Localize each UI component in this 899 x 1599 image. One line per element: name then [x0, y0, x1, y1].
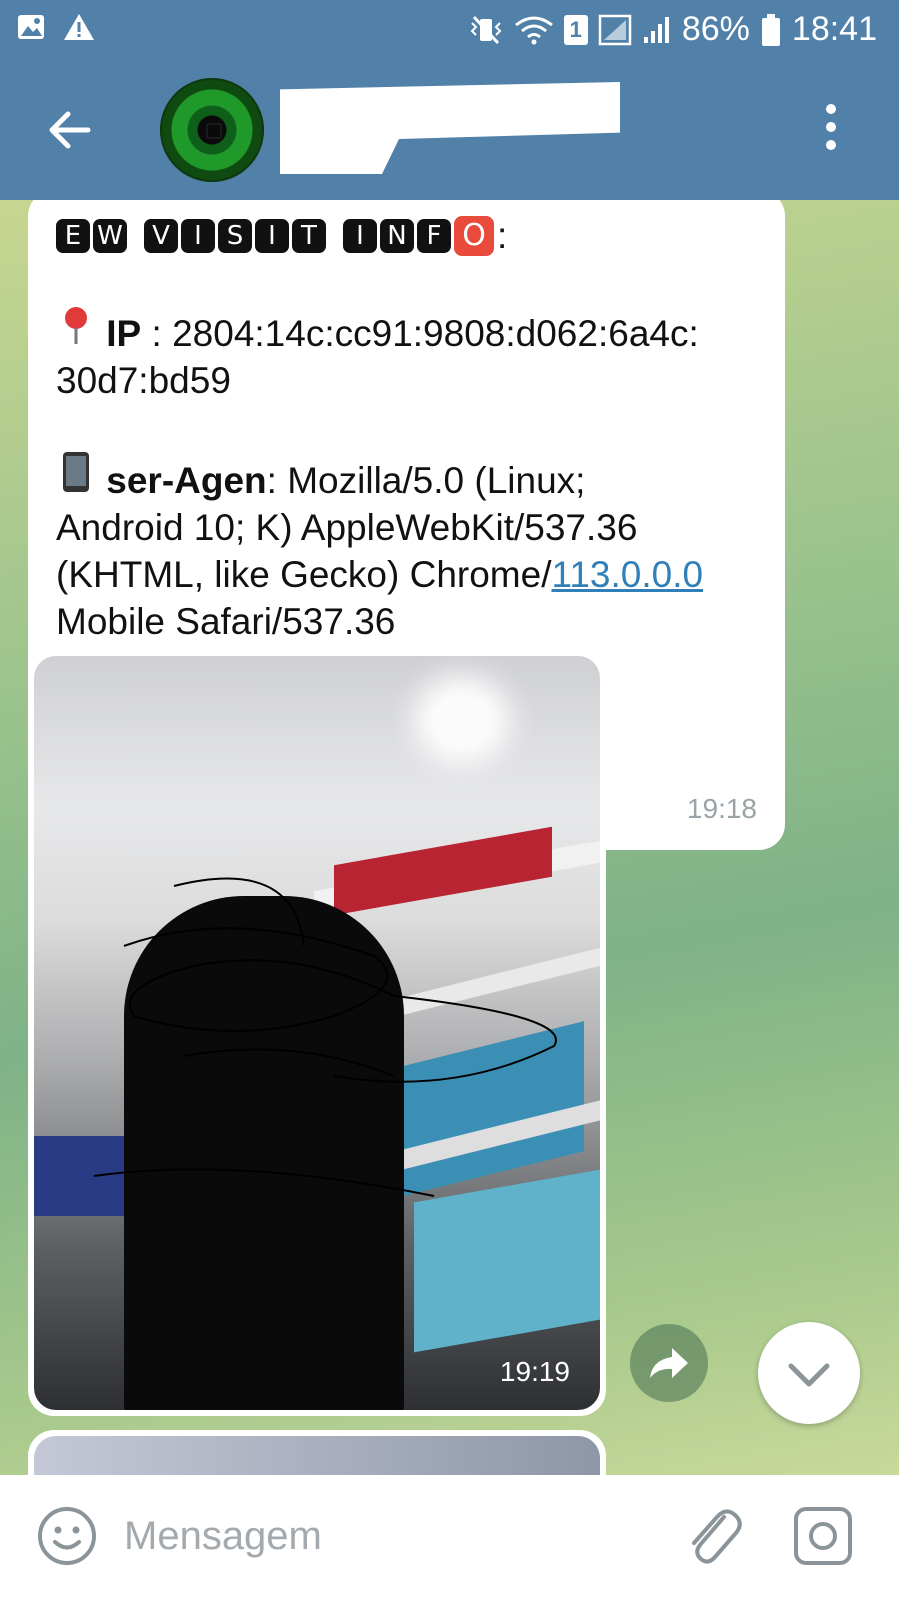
ip-value-part1: 2804:14c:cc91:9808:d062:6a4c:	[172, 313, 699, 354]
battery-icon	[761, 13, 780, 46]
ua-part3-text: (KHTML, like Gecko) Chrome/	[56, 554, 552, 595]
status-bar: 1 86% 18:41	[0, 0, 899, 62]
forward-icon	[650, 1348, 688, 1378]
heading-tile: E	[56, 218, 90, 253]
gallery-icon	[18, 15, 44, 39]
more-vertical-icon[interactable]	[821, 104, 841, 156]
heading-tile: S	[218, 218, 252, 253]
message-heading: E W V I S I T I N F O :	[56, 212, 757, 259]
heading-tile: F	[417, 218, 451, 253]
heading-tile: N	[380, 218, 414, 253]
avatar[interactable]	[160, 78, 264, 182]
warning-icon	[64, 14, 94, 40]
ip-separator: :	[141, 313, 173, 354]
scroll-down-button[interactable]	[758, 1322, 860, 1424]
ua-line: ser-Agen: Mozilla/5.0 (Linux;	[56, 451, 757, 504]
chat-area[interactable]: E W V I S I T I N F O : IP : 2804:14c:cc…	[0, 200, 899, 1475]
ua-part4: Mobile Safari/537.36	[56, 601, 396, 642]
smiley-icon[interactable]	[36, 1505, 98, 1567]
ua-part3: (KHTML, like Gecko) Chrome/113.0.0.0	[56, 551, 757, 598]
photo[interactable]: 19:19	[34, 656, 600, 1410]
ua-label: ser-Agen	[106, 460, 267, 501]
heading-tile: V	[144, 218, 178, 253]
ip-label: IP	[106, 313, 142, 354]
heading-tile: I	[181, 218, 215, 253]
forward-button[interactable]	[630, 1324, 708, 1402]
arrow-left-icon[interactable]	[44, 104, 96, 156]
ua-separator: :	[266, 460, 288, 501]
message-input-bar	[0, 1475, 899, 1599]
chat-title-redacted[interactable]	[280, 82, 620, 174]
photo-time: 19:19	[499, 1356, 570, 1387]
version-link[interactable]: 113.0.0.0	[552, 554, 704, 595]
heading-tile: I	[343, 218, 377, 253]
signal-icon-1	[598, 14, 632, 45]
phone-icon	[56, 451, 96, 504]
pin-icon	[56, 306, 96, 357]
wifi-icon	[514, 16, 553, 44]
message-time: 19:18	[686, 793, 757, 824]
heading-tile: I	[255, 218, 289, 253]
battery-percent: 86%	[681, 10, 750, 48]
ua-part2: Android 10; K) AppleWebKit/537.36	[56, 507, 638, 548]
vibrate-mute-icon	[470, 15, 502, 44]
chevron-down-icon	[788, 1363, 830, 1387]
clock: 18:41	[791, 10, 877, 48]
ua-part1: Mozilla/5.0 (Linux;	[287, 460, 586, 501]
message-input[interactable]	[124, 1505, 644, 1567]
ip-value-part2: 30d7:bd59	[56, 360, 231, 401]
heading-tile-accent: O	[454, 215, 494, 256]
next-message-partial[interactable]	[28, 1430, 606, 1475]
heading-tile: T	[292, 218, 326, 253]
ip-line: IP : 2804:14c:cc91:9808:d062:6a4c:	[56, 306, 757, 357]
heading-suffix: :	[497, 215, 508, 256]
chat-header	[0, 62, 899, 200]
signal-icon-2	[643, 16, 669, 43]
instagram-camera-icon[interactable]	[792, 1505, 854, 1567]
heading-tile: W	[93, 218, 127, 253]
sim-badge: 1	[563, 14, 588, 45]
paperclip-icon[interactable]	[680, 1499, 744, 1571]
photo-message[interactable]: 19:19	[28, 650, 606, 1416]
scribble-overlay	[93, 877, 557, 1197]
